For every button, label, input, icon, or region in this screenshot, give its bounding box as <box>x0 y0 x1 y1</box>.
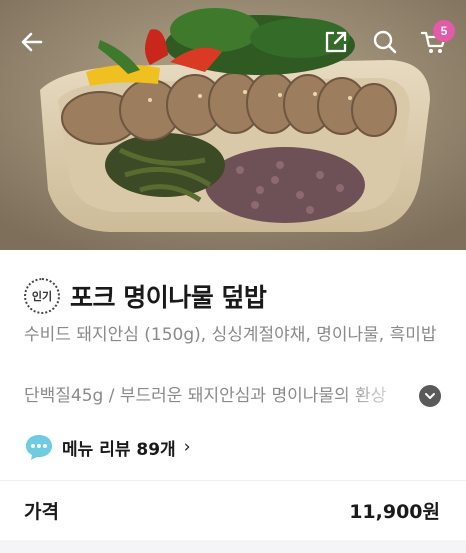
popular-badge: 인기 <box>24 278 60 314</box>
top-navigation-bar: 5 <box>0 0 466 84</box>
product-title-row: 인기 포크 명이나물 덮밥 <box>24 278 267 314</box>
menu-review-link[interactable]: 메뉴 리뷰 89개 › <box>24 432 191 462</box>
share-icon[interactable] <box>320 26 352 58</box>
bottom-section-separator <box>0 540 466 553</box>
product-hero-image: 5 <box>0 0 466 250</box>
expand-description-button[interactable] <box>419 385 441 407</box>
search-icon[interactable] <box>369 26 401 58</box>
section-divider <box>0 480 466 481</box>
product-title: 포크 명이나물 덮밥 <box>70 283 267 312</box>
chevron-right-icon: › <box>183 437 191 457</box>
back-arrow-icon[interactable] <box>16 26 48 58</box>
price-value: 11,900원 <box>349 501 440 523</box>
cart-count-badge: 5 <box>433 20 455 42</box>
chevron-down-icon <box>425 393 435 399</box>
review-count-label: 메뉴 리뷰 89개 <box>62 439 176 460</box>
product-description: 수비드 돼지안심 (150g), 싱싱계절야채, 명이나물, 흑미밥 <box>24 325 437 345</box>
price-label: 가격 <box>24 501 59 523</box>
speech-bubble-icon <box>26 435 52 460</box>
